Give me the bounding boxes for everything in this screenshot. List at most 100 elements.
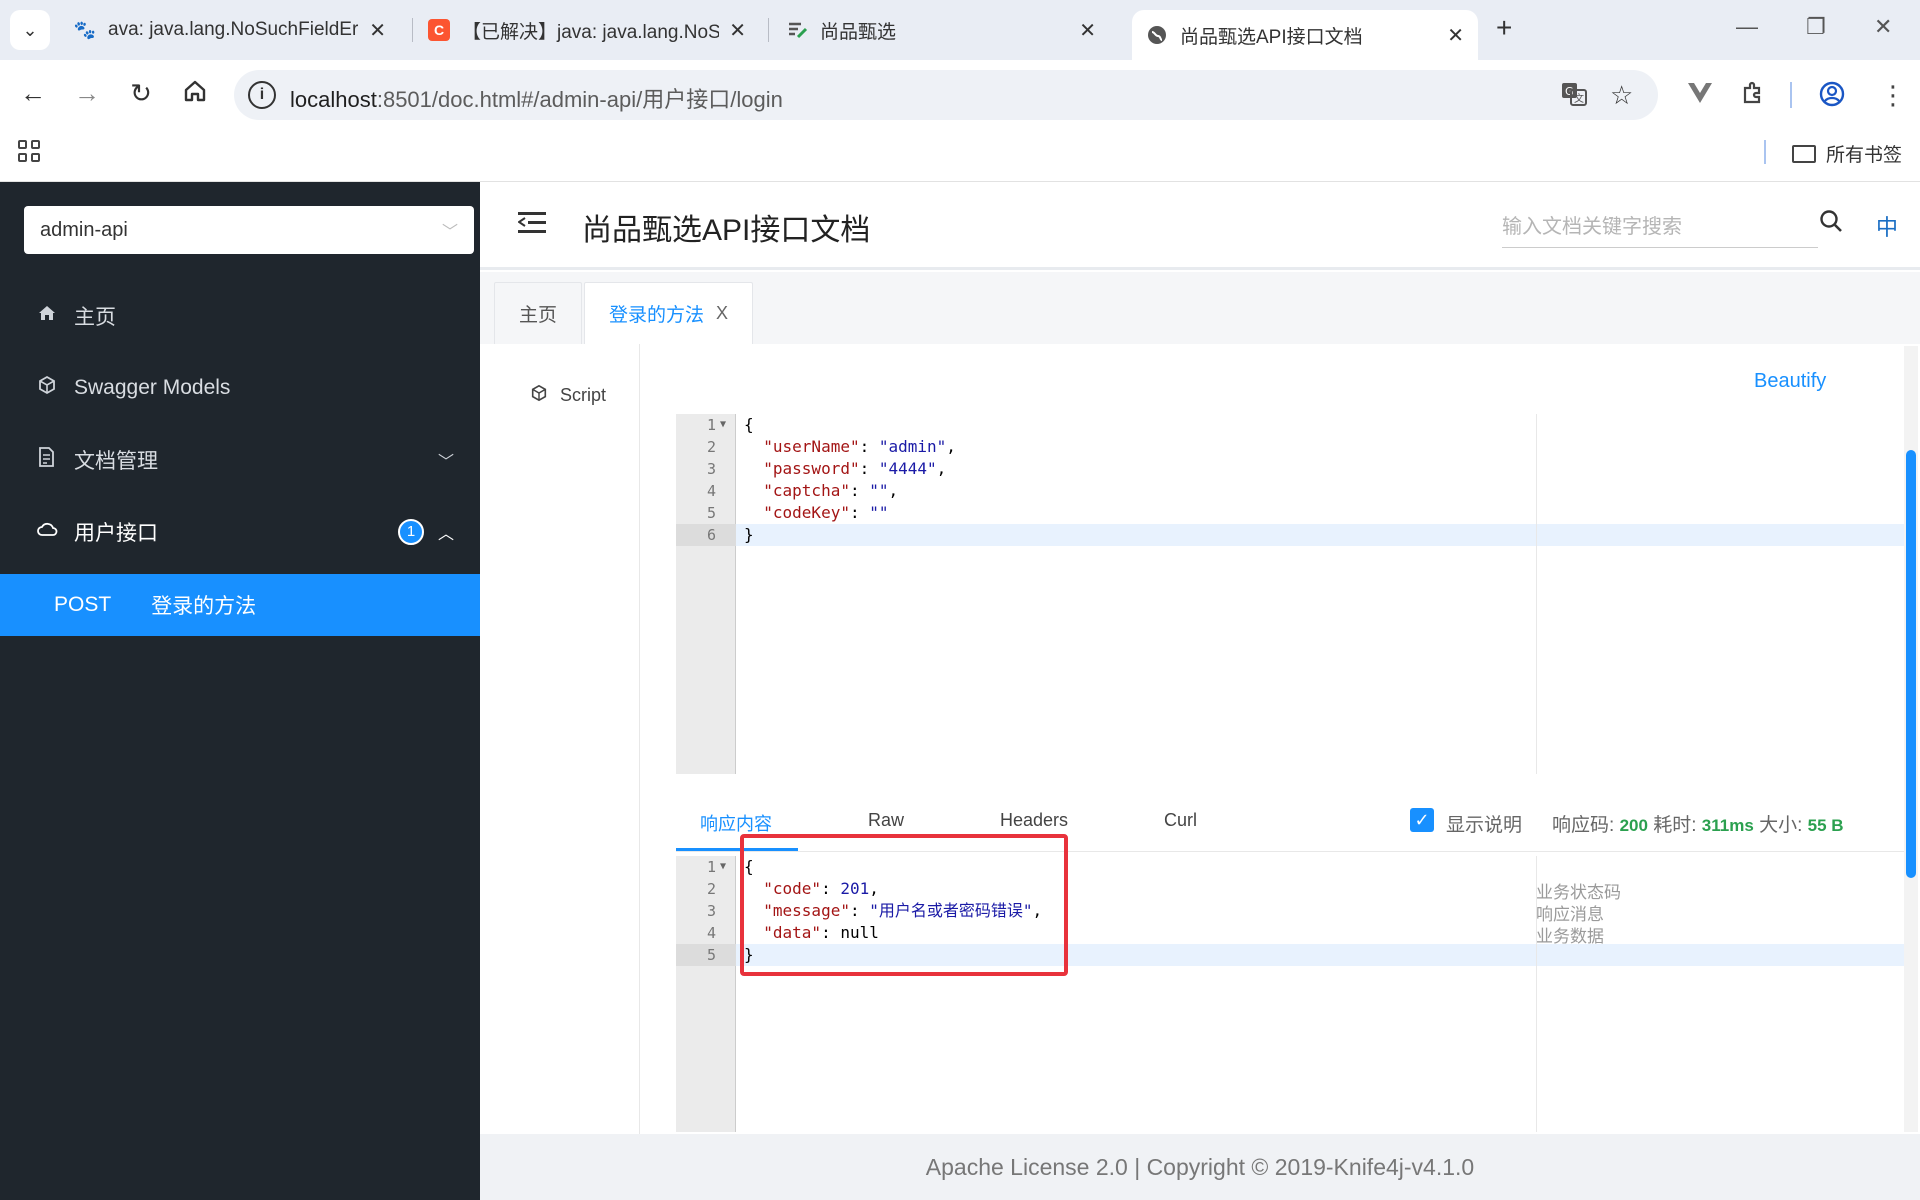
all-bookmarks-folder[interactable]: 所有书签	[1792, 140, 1902, 167]
extensions-icon[interactable]	[1740, 80, 1766, 113]
chevron-down-icon: ﹀	[441, 224, 458, 241]
sidebar-subitem-login[interactable]: POST 登录的方法	[0, 574, 480, 636]
svg-text:G: G	[1565, 85, 1574, 98]
beautify-button[interactable]: Beautify	[1754, 370, 1826, 393]
request-body-editor[interactable]: 1 ▼ 2 3 4 5 6 { "userName": "admin", "pa…	[676, 414, 1906, 774]
forward-icon[interactable]: →	[70, 78, 104, 109]
line-number: 3	[706, 902, 716, 920]
status-code-label: 响应码:	[1552, 815, 1615, 836]
tab-title: 尚品甄选API接口文档	[1180, 26, 1363, 48]
close-icon[interactable]: ✕	[729, 18, 746, 43]
size-label: 大小:	[1759, 815, 1803, 836]
sidebar-item-label: 主页	[74, 306, 116, 329]
api-group-select[interactable]: admin-api ﹀	[24, 206, 474, 254]
line-gutter: 1 ▼ 2 3 4 5 6	[676, 414, 736, 774]
translate-icon[interactable]: G文	[1560, 80, 1588, 115]
highlight-box	[740, 834, 1068, 976]
tab-title: 【已解决】java: java.lang.NoSuchFieldError	[462, 21, 720, 43]
field-description: 业务数据	[1536, 927, 1604, 946]
chevron-down-icon: ⌄	[22, 19, 38, 40]
tab-response-content[interactable]: 响应内容	[700, 810, 772, 836]
sidebar-item-label: 用户接口	[74, 522, 158, 545]
browser-tab-3[interactable]: 尚品甄选 ✕	[772, 10, 1110, 50]
tab-curl[interactable]: Curl	[1164, 810, 1197, 831]
show-description-checkbox[interactable]: ✓	[1410, 808, 1434, 832]
http-method-label: POST	[54, 593, 112, 616]
close-icon[interactable]: ✕	[1447, 23, 1464, 48]
sidebar-item-swagger-models[interactable]: Swagger Models	[0, 358, 480, 418]
active-line	[676, 524, 1906, 546]
response-stats: 响应码: 200 耗时: 311ms 大小: 55 B	[1552, 810, 1844, 837]
profile-icon[interactable]	[1818, 80, 1846, 115]
csdn-icon: C	[428, 19, 450, 41]
sidebar-item-user-api[interactable]: 用户接口 1 ︿	[0, 502, 480, 562]
tab-separator	[412, 18, 413, 42]
search-icon[interactable]	[1818, 208, 1844, 234]
script-nav-item[interactable]: Script	[530, 384, 606, 407]
line-number: 1	[706, 858, 716, 876]
restore-icon[interactable]: ❐	[1806, 14, 1826, 40]
menu-toggle-icon[interactable]	[518, 210, 546, 236]
browser-tab-2[interactable]: C 【已解决】java: java.lang.NoSuchFieldError …	[414, 10, 760, 50]
show-description-label: 显示说明	[1446, 815, 1523, 836]
home-button-icon[interactable]	[178, 78, 212, 111]
sidebar-subitem-label: 登录的方法	[151, 595, 257, 618]
line-number: 5	[706, 946, 716, 964]
footer-copyright: Apache License 2.0 | Copyright © 2019-Kn…	[480, 1134, 1920, 1200]
paw-icon: 🐾	[73, 19, 97, 40]
bookmarks-bar	[0, 128, 1920, 182]
url-host: localhost	[290, 87, 377, 112]
back-icon[interactable]: ←	[16, 78, 50, 109]
more-menu-icon[interactable]: ⋮	[1880, 80, 1906, 111]
url-text[interactable]: localhost:8501/doc.html#/admin-api/用户接口/…	[290, 82, 783, 114]
close-icon[interactable]: ✕	[1079, 18, 1096, 43]
line-gutter: 1 ▼ 2 3 4 5	[676, 856, 736, 1132]
toolbar-separator	[1790, 82, 1792, 108]
home-icon	[36, 303, 58, 329]
site-info-icon[interactable]: i	[248, 81, 276, 109]
tab-home[interactable]: 主页	[494, 282, 583, 344]
line-number: 4	[706, 924, 716, 942]
time-value: 311ms	[1701, 816, 1754, 835]
language-toggle[interactable]: 中	[1876, 210, 1898, 242]
script-label: Script	[560, 385, 607, 405]
browser-tab-1[interactable]: 🐾 ava: java.lang.NoSuchFieldError ✕	[60, 10, 400, 50]
tab-headers[interactable]: Headers	[1000, 810, 1068, 831]
new-tab-button[interactable]: +	[1496, 12, 1512, 44]
reload-icon[interactable]: ↻	[124, 78, 158, 109]
line-number: 6	[706, 526, 716, 544]
bookmarks-separator	[1764, 140, 1766, 164]
chevron-up-icon: ︿	[437, 526, 454, 543]
bookmark-star-icon[interactable]: ☆	[1610, 80, 1633, 111]
window-close-icon[interactable]: ✕	[1874, 14, 1892, 40]
sidebar-item-label: Swagger Models	[74, 376, 231, 399]
doc-search-input[interactable]	[1502, 208, 1818, 248]
vue-devtools-icon[interactable]	[1686, 80, 1714, 113]
url-path: :8501/doc.html#/admin-api/用户接口/login	[376, 87, 783, 112]
scrollbar-thumb[interactable]	[1906, 450, 1916, 878]
sidebar-item-label: 文档管理	[74, 450, 158, 473]
fold-arrow-icon[interactable]: ▼	[720, 856, 726, 878]
code-line: "captcha": "",	[763, 481, 899, 500]
tab-close-icon[interactable]: X	[716, 303, 728, 324]
size-value: 55 B	[1807, 816, 1844, 835]
tab-title: 尚品甄选	[820, 21, 897, 43]
apps-grid-icon[interactable]	[18, 140, 40, 162]
browser-tab-4-active[interactable]: 尚品甄选API接口文档 ✕	[1132, 10, 1478, 60]
doc-icon	[36, 446, 58, 474]
close-icon[interactable]: ✕	[369, 18, 386, 43]
tab-login-method[interactable]: 登录的方法 X	[584, 282, 754, 344]
sidebar-item-home[interactable]: 主页	[0, 286, 480, 346]
minimize-icon[interactable]: —	[1736, 14, 1758, 40]
tab-label: 主页	[519, 305, 558, 326]
box-icon	[530, 384, 548, 407]
fold-arrow-icon[interactable]: ▼	[720, 414, 726, 436]
tab-search-button[interactable]: ⌄	[10, 10, 50, 50]
line-number: 3	[706, 460, 716, 478]
sidebar-item-doc-management[interactable]: 文档管理 ﹀	[0, 430, 480, 490]
doc-edit-icon	[786, 19, 808, 41]
tab-raw[interactable]: Raw	[868, 810, 904, 831]
time-label: 耗时:	[1653, 815, 1697, 836]
globe-icon	[1146, 24, 1168, 46]
code-line: "userName": "admin",	[763, 437, 956, 456]
